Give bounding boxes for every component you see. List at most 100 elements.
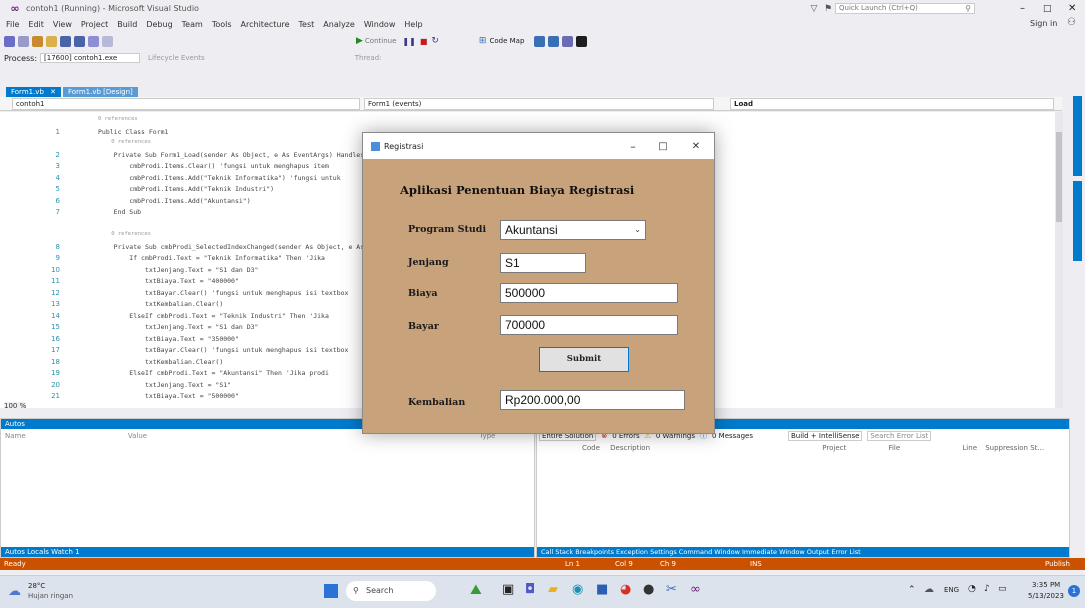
team-explorer-tab[interactable] xyxy=(1073,181,1082,261)
pause-icon[interactable]: ❚❚ xyxy=(402,37,415,46)
scrollbar-thumb[interactable] xyxy=(1056,132,1062,222)
biaya-field[interactable]: 500000 xyxy=(500,283,678,303)
menu-item-analyze[interactable]: Analyze xyxy=(323,20,355,29)
code-line[interactable]: txtKembalian.Clear() xyxy=(98,300,223,308)
account-icon[interactable]: ⚇ xyxy=(1067,17,1076,28)
col-file[interactable]: File xyxy=(888,444,900,452)
language-indicator[interactable]: ENG xyxy=(944,586,959,594)
code-line[interactable]: 0 references xyxy=(98,116,138,122)
menu-item-build[interactable]: Build xyxy=(117,20,137,29)
menu-item-project[interactable]: Project xyxy=(81,20,108,29)
battery-icon[interactable]: ▭ xyxy=(998,584,1007,594)
navigate-back-icon[interactable] xyxy=(4,35,15,47)
code-line[interactable]: txtBayar.Clear() 'fungsi untuk menghapus… xyxy=(98,289,349,297)
save-all-icon[interactable] xyxy=(74,35,85,47)
taskbar-search[interactable]: ⚲ Search xyxy=(346,581,436,601)
code-line[interactable]: txtKembalian.Clear() xyxy=(98,358,223,366)
tab-form1-design[interactable]: Form1.vb [Design] xyxy=(63,87,138,97)
open-icon[interactable] xyxy=(46,35,57,47)
store-icon[interactable]: ■ xyxy=(596,582,608,597)
new-project-icon[interactable] xyxy=(32,35,43,47)
col-description[interactable]: Description xyxy=(610,444,650,452)
quick-launch-search[interactable]: Quick Launch (Ctrl+Q) ⚲ xyxy=(835,3,975,14)
code-line[interactable]: txtJenjang.Text = "S1" xyxy=(98,381,231,389)
code-line[interactable]: cmbProdi.Items.Clear() 'fungsi untuk men… xyxy=(98,162,329,170)
tray-chevron-icon[interactable]: ⌃ xyxy=(908,585,916,595)
code-line[interactable]: txtBiaya.Text = "400000" xyxy=(98,277,239,285)
undo-icon[interactable] xyxy=(88,35,99,47)
edge-icon[interactable]: ◉ xyxy=(572,582,583,597)
object-dropdown[interactable]: Form1 (events) xyxy=(364,98,714,110)
code-line[interactable]: cmbProdi.Items.Add("Akuntansi") xyxy=(98,197,250,205)
process-dropdown[interactable]: [17600] contoh1.exe xyxy=(40,53,141,63)
code-line[interactable]: 0 references xyxy=(98,231,151,237)
code-line[interactable]: txtJenjang.Text = "S1 dan D3" xyxy=(98,266,259,274)
code-line[interactable]: txtBiaya.Text = "500000" xyxy=(98,392,239,400)
notification-flag-icon[interactable]: ⚑ xyxy=(823,4,833,14)
task-view-icon[interactable]: ▣ xyxy=(502,582,514,597)
code-line[interactable]: If cmbProdi.Text = "Teknik Informatika" … xyxy=(98,254,325,262)
save-icon[interactable] xyxy=(60,35,71,47)
submit-button[interactable]: Submit xyxy=(539,347,629,372)
chevron-down-icon[interactable]: ⌄ xyxy=(634,221,641,239)
dialog-maximize-icon[interactable]: □ xyxy=(648,133,678,159)
code-line[interactable]: ElseIf cmbProdi.Text = "Akuntansi" Then … xyxy=(98,369,329,377)
dialog-minimize-icon[interactable]: – xyxy=(618,133,648,159)
zoom-level[interactable]: 100 % xyxy=(4,402,27,410)
teams-icon[interactable]: ◘ xyxy=(525,582,535,597)
col-suppression[interactable]: Suppression St... xyxy=(985,444,1044,452)
tab-form1-vb[interactable]: Form1.vb ✕ xyxy=(6,87,62,97)
dialog-close-icon[interactable]: ✕ xyxy=(681,133,711,159)
menu-item-view[interactable]: View xyxy=(53,20,72,29)
close-icon[interactable]: ✕ xyxy=(1068,3,1076,14)
menu-item-help[interactable]: Help xyxy=(404,20,422,29)
menu-item-test[interactable]: Test xyxy=(299,20,315,29)
chrome-icon[interactable]: ◕ xyxy=(620,582,631,597)
step-out-icon[interactable] xyxy=(576,35,588,47)
code-line[interactable]: 0 references xyxy=(98,139,151,145)
volume-icon[interactable]: ♪ xyxy=(984,584,990,594)
widgets-icon[interactable]: ⛰ xyxy=(470,582,482,598)
redo-icon[interactable] xyxy=(102,35,113,47)
publish-button[interactable]: Publish xyxy=(1045,558,1070,570)
code-line[interactable]: Private Sub cmbProdi_SelectedIndexChange… xyxy=(98,243,408,251)
maximize-icon[interactable]: □ xyxy=(1043,4,1052,14)
col-code[interactable]: Code xyxy=(582,444,600,452)
menu-item-window[interactable]: Window xyxy=(364,20,396,29)
code-line[interactable]: cmbProdi.Items.Add("Teknik Informatika")… xyxy=(98,174,340,182)
event-dropdown[interactable]: Load xyxy=(730,98,1054,110)
code-line[interactable]: End Sub xyxy=(98,208,141,216)
filter-icon[interactable]: ▽ xyxy=(809,4,819,14)
bayar-field[interactable]: 700000 xyxy=(500,315,678,335)
signin-link[interactable]: Sign in xyxy=(1030,19,1057,28)
code-line[interactable]: cmbProdi.Items.Add("Teknik Industri") xyxy=(98,185,274,193)
windows-start-icon[interactable] xyxy=(324,584,338,598)
clock-date[interactable]: 5/13/2023 xyxy=(1028,592,1064,600)
code-line[interactable]: txtBayar.Clear() 'fungsi untuk menghapus… xyxy=(98,346,349,354)
step-into-icon[interactable] xyxy=(548,35,560,47)
program-studi-combobox[interactable]: Akuntansi ⌄ xyxy=(500,220,646,240)
kembalian-field[interactable]: Rp200.000,00 xyxy=(500,390,685,410)
dialog-title-bar[interactable]: Registrasi – □ ✕ xyxy=(363,133,714,159)
jenjang-field[interactable]: S1 xyxy=(500,253,586,273)
menu-item-architecture[interactable]: Architecture xyxy=(241,20,290,29)
col-line[interactable]: Line xyxy=(962,444,977,452)
tab-close-icon[interactable]: ✕ xyxy=(50,87,56,97)
app-icon[interactable]: ● xyxy=(643,582,654,597)
step-over-icon[interactable] xyxy=(562,35,574,47)
notification-badge[interactable]: 1 xyxy=(1068,585,1080,597)
wifi-icon[interactable]: ◔ xyxy=(968,584,976,594)
menu-item-tools[interactable]: Tools xyxy=(212,20,232,29)
clock-time[interactable]: 3:35 PM xyxy=(1032,581,1060,589)
editor-vertical-scrollbar[interactable] xyxy=(1055,112,1063,408)
navigate-forward-icon[interactable] xyxy=(18,35,29,47)
lifecycle-events-dropdown[interactable]: Lifecycle Events xyxy=(148,54,205,62)
menu-item-edit[interactable]: Edit xyxy=(28,20,44,29)
menu-item-debug[interactable]: Debug xyxy=(146,20,172,29)
col-project[interactable]: Project xyxy=(822,444,846,452)
breakpoint-icon[interactable] xyxy=(534,35,546,47)
build-dropdown[interactable]: Build + IntelliSense xyxy=(788,430,863,441)
weather-icon[interactable]: ☁ xyxy=(8,584,21,599)
code-line[interactable]: txtBiaya.Text = "350000" xyxy=(98,335,239,343)
error-list-bottom-tabs[interactable]: Call Stack Breakpoints Exception Setting… xyxy=(537,547,1069,557)
